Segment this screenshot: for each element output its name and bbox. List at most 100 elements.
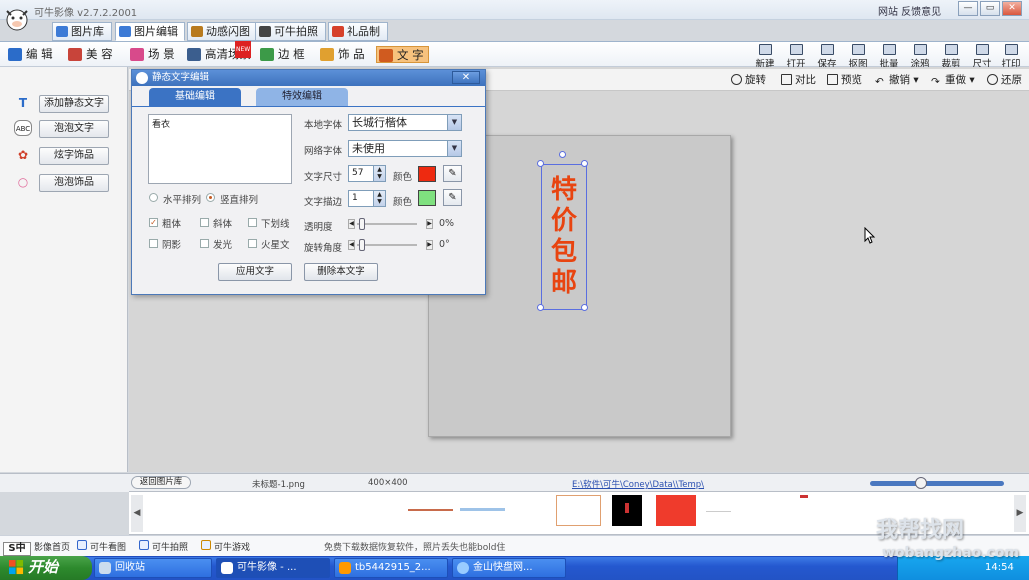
italic-checkbox[interactable]	[200, 218, 209, 227]
shadow-checkbox[interactable]	[149, 239, 158, 248]
eyedropper-icon[interactable]: ✎	[443, 189, 462, 206]
filmstrip-prev-icon[interactable]: ◀	[131, 495, 143, 532]
tab-camera[interactable]: 可牛拍照	[255, 22, 326, 41]
eyedropper-icon[interactable]: ✎	[443, 165, 462, 182]
tab-gift[interactable]: 礼品制作	[328, 22, 388, 55]
redo-button[interactable]: ↷ 重做 ▾	[931, 72, 975, 88]
tool-hd-scene[interactable]: 高清场景 NEW	[185, 41, 252, 63]
crop-button[interactable]: 裁剪	[938, 42, 964, 70]
thumbnail[interactable]	[656, 495, 696, 526]
cutout-button[interactable]: 抠图	[845, 42, 871, 70]
thumbnail[interactable]	[800, 495, 845, 526]
fancy-decoration-button[interactable]: 炫字饰品	[39, 147, 109, 165]
bubble-decoration-button[interactable]: 泡泡饰品	[39, 174, 109, 192]
photo-library-icon	[56, 26, 68, 37]
underline-checkbox[interactable]	[248, 218, 257, 227]
new-button[interactable]: 新建	[752, 42, 778, 70]
zoom-knob[interactable]	[915, 477, 927, 489]
tab-animated-gif[interactable]: 动感闪图	[187, 22, 258, 41]
tool-frame[interactable]: 边 框	[258, 46, 305, 63]
right-arrow-icon[interactable]: ▶	[426, 240, 433, 250]
taskbar-kuaipan[interactable]: 金山快盘网...	[452, 558, 566, 578]
stroke-color-swatch[interactable]	[418, 190, 436, 206]
notice-text[interactable]: 免费下载数据恢复软件，照片丢失也能bold住	[324, 540, 505, 553]
file-path-link[interactable]: E:\软件\可牛\Coney\Data\\Temp\	[572, 478, 704, 490]
web-font-select[interactable]: 未使用 ▼	[348, 140, 462, 157]
ime-indicator[interactable]: S中	[3, 542, 31, 556]
text-input[interactable]: 看衣	[148, 114, 292, 184]
canvas-text[interactable]: 特 价 包 邮	[545, 175, 583, 299]
slider-knob[interactable]	[359, 239, 365, 251]
martian-checkbox[interactable]	[248, 239, 257, 248]
resize-handle[interactable]	[581, 304, 588, 311]
tab-effect-edit[interactable]: 特效编辑	[256, 88, 348, 106]
thumbnail[interactable]	[460, 495, 505, 526]
games-link[interactable]: 可牛游戏	[201, 540, 250, 553]
taskbar-app[interactable]: 可牛影像 - ...	[216, 558, 330, 578]
apply-text-button[interactable]: 应用文字	[218, 263, 292, 281]
tool-decoration[interactable]: 饰 品	[318, 46, 365, 63]
compare-button[interactable]: 对比	[781, 72, 816, 88]
stroke-stepper[interactable]: 1 ▲ ▼	[348, 190, 386, 207]
add-static-text-button[interactable]: 添加静态文字	[39, 95, 109, 113]
text-color-swatch[interactable]	[418, 166, 436, 182]
rotate-button[interactable]: 旋转	[731, 72, 766, 88]
horizontal-radio[interactable]	[149, 193, 158, 202]
left-arrow-icon[interactable]: ◀	[348, 219, 355, 229]
thumbnail[interactable]	[408, 495, 453, 526]
opacity-label: 透明度	[304, 222, 333, 233]
minimize-button[interactable]: —	[958, 1, 978, 16]
close-button[interactable]: ✕	[1002, 1, 1022, 16]
delete-text-button[interactable]: 删除本文字	[304, 263, 378, 281]
text-t-icon: T	[18, 96, 28, 110]
tab-basic-edit[interactable]: 基础编辑	[149, 88, 241, 106]
viewer-link[interactable]: 可牛看图	[77, 540, 126, 553]
bubble-text-button[interactable]: 泡泡文字	[39, 120, 109, 138]
camera-link[interactable]: 可牛拍照	[139, 540, 188, 553]
tool-text[interactable]: 文 字	[376, 46, 429, 63]
maximize-button[interactable]: ▭	[980, 1, 1000, 16]
batch-button[interactable]: 批量	[876, 42, 902, 70]
size-stepper[interactable]: 57 ▲ ▼	[348, 165, 386, 182]
resize-handle[interactable]	[581, 160, 588, 167]
thumbnail[interactable]	[612, 495, 642, 526]
rotation-slider[interactable]: ◀ ▶	[348, 239, 433, 251]
opacity-slider[interactable]: ◀ ▶	[348, 218, 433, 230]
camera-icon	[259, 26, 271, 37]
resize-handle[interactable]	[537, 304, 544, 311]
bubble-decoration-icon: ○	[17, 175, 29, 189]
filmstrip-next-icon[interactable]: ▶	[1014, 495, 1026, 532]
back-to-library-button[interactable]: 返回图片库	[131, 476, 191, 489]
left-status	[0, 473, 129, 492]
thumbnail[interactable]	[706, 495, 751, 526]
save-button[interactable]: 保存	[814, 42, 840, 70]
tool-edit[interactable]: 编 辑	[6, 46, 53, 63]
undo-button[interactable]: ↶ 撤销 ▾	[875, 72, 919, 88]
zoom-slider[interactable]	[870, 481, 1004, 486]
tool-beauty[interactable]: 美 容	[66, 46, 113, 63]
tab-photo-library[interactable]: 图片库	[52, 22, 112, 41]
left-arrow-icon[interactable]: ◀	[348, 240, 355, 250]
local-font-select[interactable]: 长城行楷体 ▼	[348, 114, 462, 131]
taskbar-browser[interactable]: tb5442915_2...	[334, 558, 448, 578]
right-arrow-icon[interactable]: ▶	[426, 219, 433, 229]
taskbar-recycle-bin[interactable]: 回收站	[94, 558, 212, 578]
doodle-button[interactable]: 涂鸦	[907, 42, 933, 70]
bold-checkbox[interactable]: ✓	[149, 218, 158, 227]
dialog-close-icon[interactable]: ✕	[452, 71, 480, 84]
restore-button[interactable]: 还原	[987, 72, 1022, 88]
print-button[interactable]: 打印	[998, 42, 1024, 70]
preview-button[interactable]: 预览	[827, 72, 862, 88]
open-button[interactable]: 打开	[783, 42, 809, 70]
rotate-handle[interactable]	[559, 151, 566, 158]
home-link[interactable]: 影像首页	[34, 540, 70, 553]
glow-checkbox[interactable]	[200, 239, 209, 248]
slider-knob[interactable]	[359, 218, 365, 230]
resize-handle[interactable]	[537, 160, 544, 167]
tab-photo-edit[interactable]: 图片编辑	[115, 22, 185, 41]
tool-scene[interactable]: 场 景	[128, 46, 175, 63]
vertical-radio[interactable]	[206, 193, 215, 202]
thumbnail[interactable]	[556, 495, 601, 526]
bubble-text-icon: ABC	[14, 120, 32, 136]
top-links[interactable]: 网站 反馈意见	[878, 3, 941, 18]
